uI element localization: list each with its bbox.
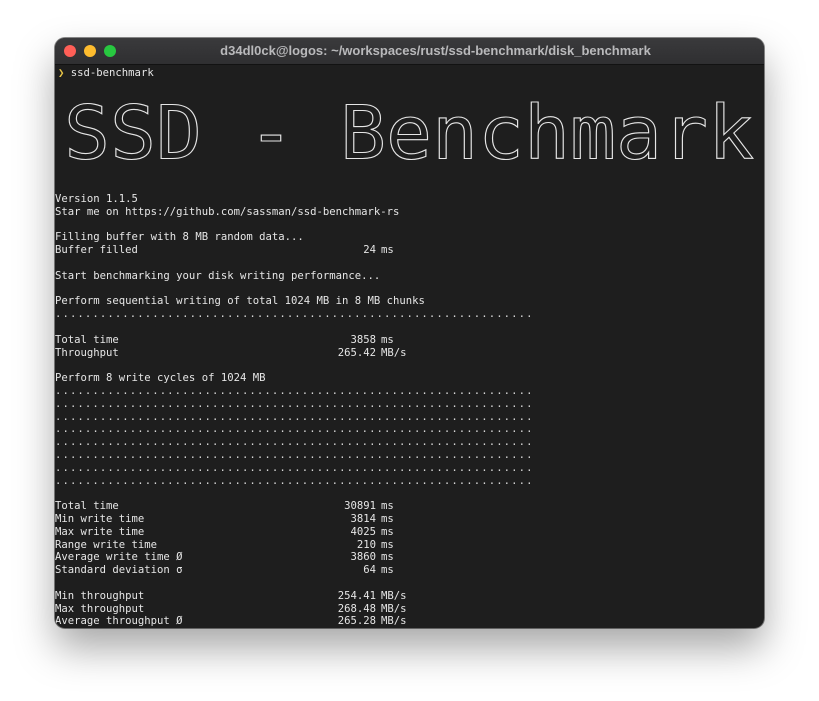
title-bar[interactable]: d34dl0ck@logos: ~/workspaces/rust/ssd-be… — [55, 38, 764, 65]
stat-label: Total time — [55, 500, 119, 513]
stat-unit: ms — [381, 538, 394, 551]
stat-label: Max throughput — [55, 602, 145, 615]
stat-label: Max write time — [55, 525, 145, 538]
stat-value: 30891 — [344, 500, 376, 513]
progress-dots: ........................................… — [55, 308, 534, 321]
star-line: Star me on https://github.com/sassman/ss… — [55, 205, 400, 218]
stat-label: Total time — [55, 333, 119, 346]
cycle-progress-dots: ........................................… — [55, 461, 534, 474]
cycle-progress-dots: ........................................… — [55, 448, 534, 461]
time-stat-line: Max write time 4025 ms — [55, 526, 534, 539]
buffer-filled-line: Buffer filled 24 ms — [55, 244, 534, 257]
stat-value: 64 — [363, 564, 376, 577]
sequential-heading: Perform sequential writing of total 1024… — [55, 295, 425, 308]
stat-value: 210 — [356, 538, 376, 551]
stat-unit: ms — [381, 244, 394, 257]
stat-value: 24 — [363, 244, 376, 257]
stat-label: Standard deviation σ — [55, 564, 183, 577]
stat-unit: ms — [381, 564, 394, 577]
terminal-window: d34dl0ck@logos: ~/workspaces/rust/ssd-be… — [55, 38, 764, 628]
stat-label: Min throughput — [55, 589, 145, 602]
window-title: d34dl0ck@logos: ~/workspaces/rust/ssd-be… — [220, 43, 651, 58]
stat-unit: ms — [381, 512, 394, 525]
time-stat-line: Total time 30891 ms — [55, 500, 534, 513]
time-stat-line: Standard deviation σ 64 ms — [55, 564, 534, 577]
time-stat-line: Range write time 210 ms — [55, 539, 534, 552]
stat-value: 265.28 — [337, 615, 376, 628]
stat-value: 4025 — [350, 525, 376, 538]
stat-unit: ms — [381, 500, 394, 513]
banner-text: SSD - Benchmark — [64, 91, 754, 177]
stat-label: Min write time — [55, 512, 145, 525]
version-line: Version 1.1.5 — [55, 193, 138, 205]
stat-unit: MB/s — [381, 589, 407, 602]
terminal-content[interactable]: ❯ ssd-benchmark SSD - Benchmark Version … — [55, 65, 764, 628]
prompt-chevron-icon: ❯ — [58, 67, 65, 79]
cycle-progress-dots: ........................................… — [55, 397, 534, 410]
command-output: Version 1.1.5 Star me on https://github.c… — [55, 193, 534, 628]
command-prompt-line: ❯ ssd-benchmark — [58, 67, 154, 80]
stat-label: Range write time — [55, 538, 158, 551]
stat-value: 3814 — [350, 512, 376, 525]
stat-unit: ms — [381, 551, 394, 564]
zoom-window-button[interactable] — [104, 45, 116, 57]
cycle-progress-dots: ........................................… — [55, 384, 534, 397]
stat-label: Average throughput Ø — [55, 615, 183, 628]
stat-label: Average write time Ø — [55, 551, 183, 564]
command-text: ssd-benchmark — [70, 67, 154, 79]
stat-value: 3858 — [350, 333, 376, 346]
stat-label: Throughput — [55, 346, 119, 359]
minimize-window-button[interactable] — [84, 45, 96, 57]
cycle-progress-dots: ........................................… — [55, 410, 534, 423]
start-line: Start benchmarking your disk writing per… — [55, 269, 381, 282]
time-stat-line: Min write time 3814 ms — [55, 513, 534, 526]
close-window-button[interactable] — [64, 45, 76, 57]
sequential-result-line: Throughput 265.42 MB/s — [55, 347, 534, 360]
stat-value: 3860 — [350, 551, 376, 564]
cycle-progress-dots: ........................................… — [55, 436, 534, 449]
throughput-stat-line: Average throughput Ø 265.28 MB/s — [55, 615, 534, 628]
stat-unit: MB/s — [381, 602, 407, 615]
cycle-progress-dots: ........................................… — [55, 423, 534, 436]
stat-unit: ms — [381, 525, 394, 538]
filling-line: Filling buffer with 8 MB random data... — [55, 231, 304, 244]
stat-value: 268.48 — [337, 602, 376, 615]
stat-label: Buffer filled — [55, 244, 138, 257]
cycle-progress-dots: ........................................… — [55, 474, 534, 487]
sequential-result-line: Total time 3858 ms — [55, 334, 534, 347]
stat-unit: ms — [381, 333, 394, 346]
time-stat-line: Average write time Ø 3860 ms — [55, 551, 534, 564]
stat-value: 254.41 — [337, 589, 376, 602]
stat-value: 265.42 — [337, 346, 376, 359]
stat-unit: MB/s — [381, 346, 407, 359]
throughput-stat-line: Min throughput 254.41 MB/s — [55, 590, 534, 603]
stat-unit: MB/s — [381, 615, 407, 628]
ascii-banner: SSD - Benchmark — [63, 90, 754, 177]
throughput-stat-line: Max throughput 268.48 MB/s — [55, 603, 534, 616]
cycles-heading: Perform 8 write cycles of 1024 MB — [55, 372, 266, 385]
